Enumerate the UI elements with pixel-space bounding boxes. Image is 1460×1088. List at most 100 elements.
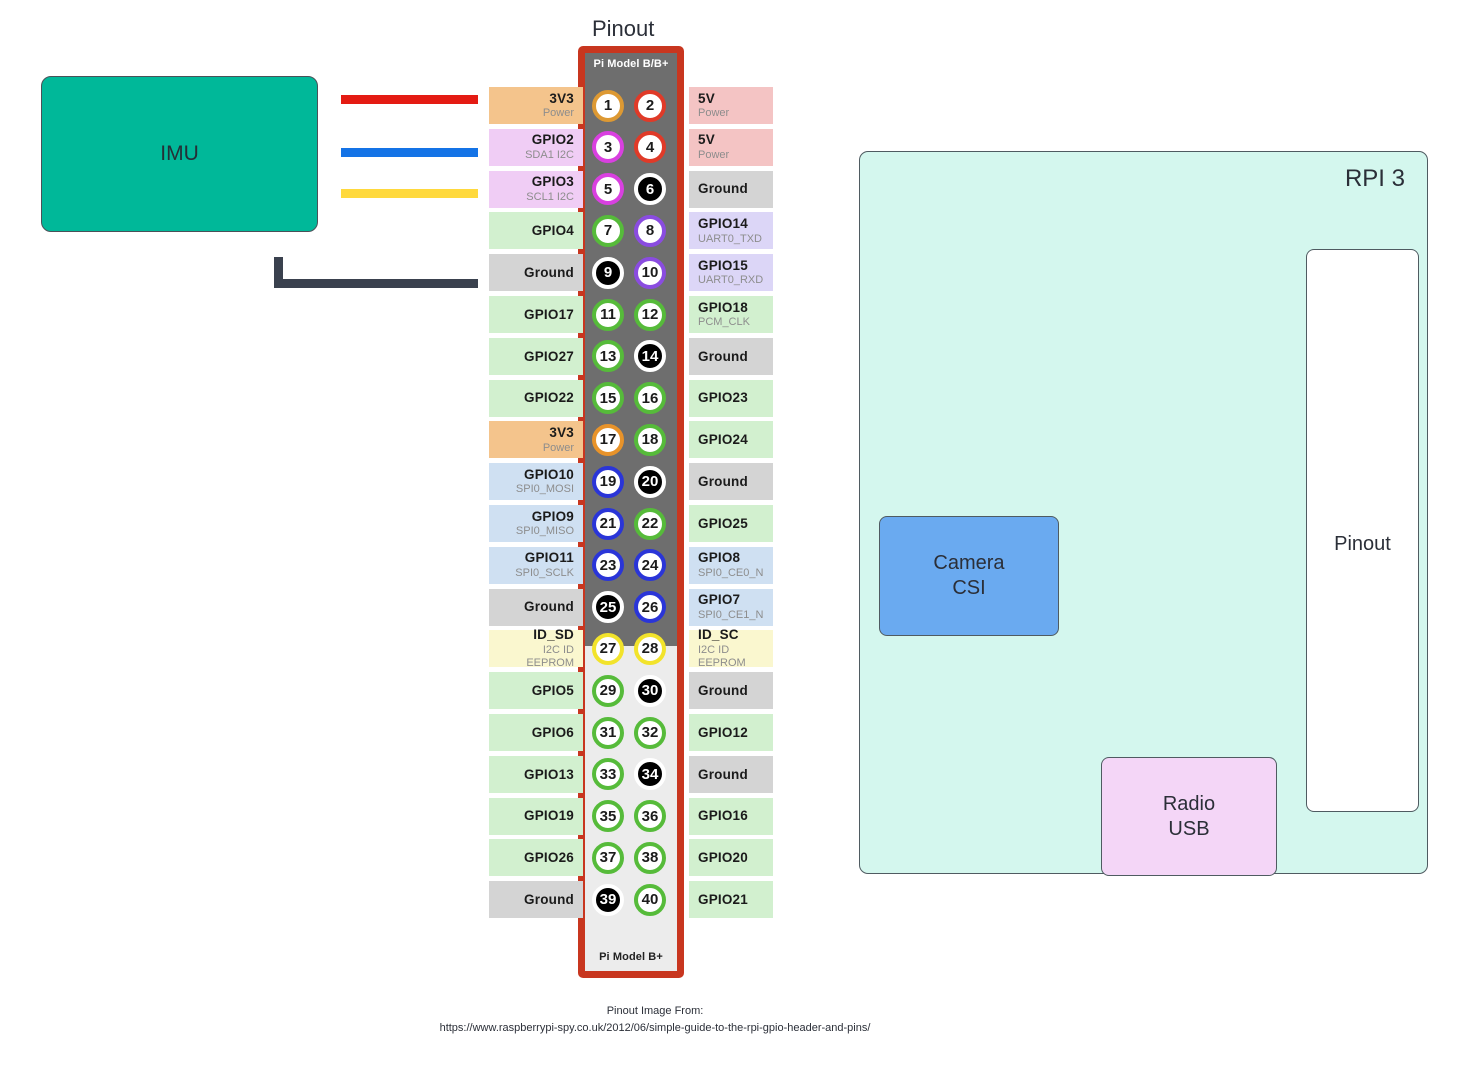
gpio-pin-31[interactable]: 31: [592, 716, 624, 749]
pin-left-name: GPIO11: [524, 550, 574, 566]
pin-label-left-1: 3V3 Power: [489, 87, 583, 124]
pin-left-name: GPIO22: [524, 390, 574, 406]
camera-csi-block[interactable]: Camera CSI: [879, 516, 1059, 636]
gpio-pin-19[interactable]: 19: [592, 465, 624, 498]
radio-usb-block[interactable]: Radio USB: [1101, 757, 1277, 876]
gpio-pin-29[interactable]: 29: [592, 674, 624, 707]
pin-left-function: SCL1 I2C: [526, 190, 574, 203]
pin-right-function: Power: [698, 107, 730, 120]
header-top-label: Pi Model B/B+: [593, 58, 669, 70]
pin-left-name: GPIO3: [531, 174, 574, 190]
power-wire: [341, 95, 478, 104]
pin-right-function: UART0_TXD: [698, 232, 762, 245]
pin-left-name: GPIO26: [524, 850, 574, 866]
imu-block[interactable]: IMU: [41, 76, 318, 232]
pin-label-right-14: Ground: [689, 337, 773, 375]
imu-label: IMU: [160, 141, 199, 165]
gpio-pin-36[interactable]: 36: [634, 800, 666, 833]
scl-wire: [341, 189, 478, 198]
gpio-pin-28[interactable]: 28: [634, 632, 666, 665]
gpio-pin-15[interactable]: 15: [592, 382, 624, 415]
page-title: Pinout: [592, 16, 655, 41]
caption-line-1: Pinout Image From:: [606, 1005, 704, 1017]
gpio-pin-6[interactable]: 6: [634, 173, 666, 206]
gpio-pin-21[interactable]: 21: [592, 507, 624, 540]
camera-csi-label: Camera CSI: [933, 552, 1005, 599]
gpio-pin-32[interactable]: 32: [634, 716, 666, 749]
pin-right-name: GPIO15: [698, 257, 748, 273]
pin-right-name: 5V: [698, 90, 715, 106]
pin-label-left-17: 3V3 Power: [489, 421, 583, 459]
pin-label-right-26: GPIO7 SPI0_CE1_N: [689, 588, 773, 626]
gpio-pin-20[interactable]: 20: [634, 465, 666, 498]
pin-right-name: Ground: [698, 682, 748, 698]
pin-right-name: GPIO24: [698, 432, 748, 448]
pinout-panel-label: Pinout: [1334, 533, 1391, 555]
pin-label-left-5: GPIO3 SCL1 I2C: [489, 170, 583, 208]
pin-right-name: GPIO14: [698, 216, 748, 232]
pin-right-name: ID_SC: [698, 627, 739, 643]
pin-left-name: GPIO10: [524, 466, 574, 482]
gpio-pin-40[interactable]: 40: [634, 883, 666, 916]
gpio-pin-11[interactable]: 11: [592, 298, 624, 331]
pin-label-left-3: GPIO2 SDA1 I2C: [489, 128, 583, 166]
gpio-pin-9[interactable]: 9: [592, 256, 624, 289]
pin-left-function: I2C ID EEPROM: [526, 643, 574, 670]
pin-right-name: GPIO8: [698, 550, 741, 566]
pin-label-left-11: GPIO17: [489, 296, 583, 333]
gpio-pinout-graphic: Pi Model B/B+ Pi Model B+ 3V3 Power 5V Powe…: [489, 46, 773, 981]
gpio-pin-22[interactable]: 22: [634, 507, 666, 540]
pin-label-right-18: GPIO24: [689, 421, 773, 459]
gpio-pin-2[interactable]: 2: [634, 89, 666, 122]
pin-left-name: GPIO5: [531, 682, 574, 698]
pin-label-right-40: GPIO21: [689, 881, 773, 919]
gpio-pin-38[interactable]: 38: [634, 841, 666, 874]
gpio-pin-5[interactable]: 5: [592, 173, 624, 206]
gpio-pin-30[interactable]: 30: [634, 674, 666, 707]
pin-label-right-32: GPIO12: [689, 714, 773, 751]
pin-label-left-21: GPIO9 SPI0_MISO: [489, 505, 583, 542]
pin-left-function: SDA1 I2C: [525, 148, 574, 161]
gpio-pin-10[interactable]: 10: [634, 256, 666, 289]
pin-right-name: Ground: [698, 181, 748, 197]
pin-label-right-22: GPIO25: [689, 505, 773, 542]
pin-left-name: Ground: [524, 891, 574, 907]
pin-left-function: SPI0_MISO: [515, 525, 574, 538]
gpio-pin-16[interactable]: 16: [634, 382, 666, 415]
pin-left-name: GPIO17: [524, 306, 574, 322]
pin-left-name: GPIO19: [524, 808, 574, 824]
pin-left-name: ID_SD: [533, 627, 574, 643]
pin-label-left-7: GPIO4: [489, 212, 583, 250]
gpio-pin-8[interactable]: 8: [634, 214, 666, 247]
pin-label-left-35: GPIO19: [489, 797, 583, 835]
pin-right-name: Ground: [698, 766, 748, 782]
pin-label-right-28: ID_SC I2C ID EEPROM: [689, 627, 773, 669]
pin-label-left-9: Ground: [489, 254, 583, 292]
pin-right-name: GPIO21: [698, 891, 748, 907]
gpio-pin-7[interactable]: 7: [592, 214, 624, 247]
gpio-pin-37[interactable]: 37: [592, 841, 624, 874]
gpio-pin-27[interactable]: 27: [592, 632, 624, 665]
gpio-pin-12[interactable]: 12: [634, 298, 666, 331]
gpio-pin-26[interactable]: 26: [634, 591, 666, 624]
gpio-pin-25[interactable]: 25: [592, 591, 624, 624]
pin-left-name: Ground: [524, 599, 574, 615]
gpio-pin-1[interactable]: 1: [585, 89, 624, 122]
gpio-pin-17[interactable]: 17: [592, 423, 624, 456]
pin-label-right-30: Ground: [689, 672, 773, 710]
pin-label-left-39: Ground: [489, 881, 583, 919]
gpio-pin-35[interactable]: 35: [592, 800, 624, 833]
pin-right-name: GPIO20: [698, 850, 748, 866]
pin-label-right-24: GPIO8 SPI0_CE0_N: [689, 546, 773, 584]
pin-label-left-23: GPIO11 SPI0_SCLK: [489, 546, 583, 584]
pin-left-name: 3V3: [549, 425, 574, 441]
pin-left-name: GPIO4: [531, 223, 574, 239]
pin-label-right-10: GPIO15 UART0_RXD: [689, 254, 773, 292]
gpio-pin-18[interactable]: 18: [634, 423, 666, 456]
pinout-panel-block[interactable]: Pinout: [1306, 249, 1419, 812]
rpi3-label: RPI 3: [1344, 165, 1405, 192]
pin-label-right-34: Ground: [689, 755, 773, 793]
pin-label-right-20: Ground: [689, 463, 773, 501]
pin-left-function: SPI0_SCLK: [515, 566, 574, 579]
gpio-pin-39[interactable]: 39: [592, 883, 624, 916]
